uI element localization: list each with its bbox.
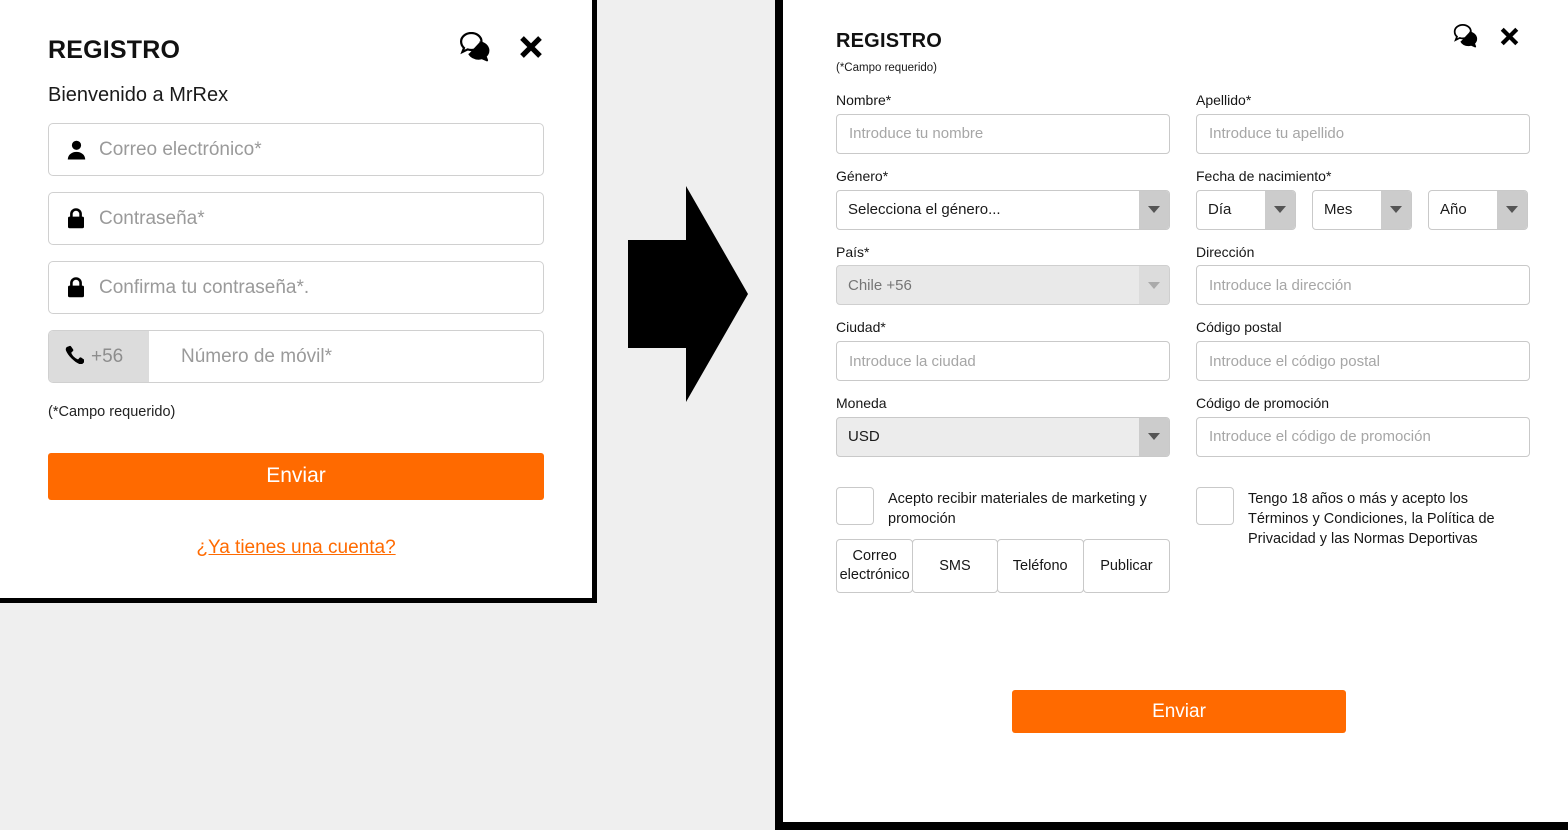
chevron-down-icon[interactable] <box>1139 190 1169 229</box>
page-title: REGISTRO <box>836 30 943 52</box>
city-postal-row: Ciudad* Código postal <box>836 319 1530 382</box>
country-group: País* Chile +56 <box>836 244 1170 306</box>
right-panel-header: REGISTRO <box>836 24 1520 52</box>
promo-code-label: Código de promoción <box>1196 395 1330 412</box>
submit-button[interactable]: Enviar <box>48 452 544 500</box>
birth-day-value: Día <box>1208 201 1232 219</box>
birth-year-select[interactable]: Año <box>1428 189 1528 230</box>
chat-bubbles-icon[interactable] <box>1453 24 1480 48</box>
pref-button-post[interactable]: Publicar <box>1082 538 1170 593</box>
city-group: Ciudad* <box>836 319 1170 382</box>
required-note: (*Campo requerido) <box>836 62 937 74</box>
last-name-input[interactable] <box>1196 113 1530 154</box>
country-code-text: +56 <box>91 345 124 367</box>
country-select: Chile +56 <box>836 265 1170 306</box>
postal-code-input[interactable] <box>1196 341 1530 382</box>
left-panel-header: REGISTRO <box>48 32 544 64</box>
chevron-down-icon <box>1139 266 1169 305</box>
chevron-down-icon[interactable] <box>1497 190 1527 229</box>
lock-icon <box>65 208 87 229</box>
currency-value: USD <box>848 428 880 446</box>
postal-code-group: Código postal <box>1196 319 1530 382</box>
email-field[interactable]: Correo electrónico* <box>48 123 544 176</box>
chevron-down-icon[interactable] <box>1381 190 1411 229</box>
mobile-number-field[interactable]: +56 Número de móvil* <box>48 330 544 383</box>
right-arrow-icon <box>628 186 748 402</box>
age-terms-checkbox[interactable] <box>1196 486 1234 525</box>
right-header-icons <box>1453 24 1520 48</box>
pref-button-sms[interactable]: SMS <box>912 538 998 593</box>
postal-code-label: Código postal <box>1196 319 1282 336</box>
contact-preference-buttons: Correo electrónico SMS Teléfono Publicar <box>836 538 1170 593</box>
first-name-label: Nombre* <box>836 92 892 108</box>
age-terms-consent-group: Tengo 18 años o más y acepto los Término… <box>1196 486 1530 593</box>
city-label: Ciudad* <box>836 319 886 336</box>
password-field[interactable]: Contraseña* <box>48 192 544 245</box>
marketing-consent-label: Acepto recibir materiales de marketing y… <box>888 490 1147 527</box>
birth-day-select[interactable]: Día <box>1196 189 1296 230</box>
pref-button-phone[interactable]: Teléfono <box>996 538 1084 593</box>
password-placeholder: Contraseña* <box>99 207 205 229</box>
address-label: Dirección <box>1196 243 1255 260</box>
country-code-prefix[interactable]: +56 <box>49 331 149 382</box>
address-group: Dirección <box>1196 244 1530 306</box>
already-have-account-link[interactable]: ¿Ya tienes una cuenta? <box>48 537 544 559</box>
mobile-number-input[interactable]: Número de móvil* <box>149 331 543 382</box>
currency-promo-row: Moneda USD Código de promoción <box>836 395 1530 457</box>
close-x-icon[interactable] <box>518 34 544 60</box>
birth-month-value: Mes <box>1324 201 1353 219</box>
country-label: País* <box>836 243 870 260</box>
left-header-icons <box>459 32 544 62</box>
chevron-down-icon[interactable] <box>1139 417 1169 456</box>
confirm-password-field[interactable]: Confirma tu contraseña*. <box>48 261 544 314</box>
birth-month-select[interactable]: Mes <box>1312 189 1412 230</box>
currency-select[interactable]: USD <box>836 416 1170 457</box>
consents-section: Acepto recibir materiales de marketing y… <box>836 486 1520 593</box>
birthdate-label: Fecha de nacimiento* <box>1196 167 1332 184</box>
registration-panel-step2: REGISTRO (*Campo requerido) Nombre* Intr… <box>775 0 1568 830</box>
submit-button[interactable]: Enviar <box>1012 690 1346 733</box>
welcome-text: Bienvenido a MrRex <box>48 84 229 106</box>
last-name-group: Apellido* <box>1196 92 1530 154</box>
promo-code-input[interactable] <box>1196 416 1530 457</box>
city-input[interactable] <box>836 341 1170 382</box>
mobile-number-placeholder: Número de móvil* <box>181 345 332 367</box>
name-row: Nombre* Apellido* <box>836 92 1530 154</box>
first-name-group: Nombre* <box>836 92 1170 154</box>
pref-button-email[interactable]: Correo electrónico <box>836 538 914 593</box>
gender-group: Género* Selecciona el género... <box>836 168 1170 230</box>
gender-birthdate-row: Género* Selecciona el género... Fecha de… <box>836 168 1528 230</box>
screenshot-root: REGISTRO Bienvenido a MrRex Correo elect… <box>0 0 1568 830</box>
phone-icon <box>65 345 85 369</box>
page-title: REGISTRO <box>48 36 181 64</box>
registration-panel-step1: REGISTRO Bienvenido a MrRex Correo elect… <box>0 0 597 603</box>
marketing-consent-group: Acepto recibir materiales de marketing y… <box>836 486 1170 593</box>
promo-code-group: Código de promoción <box>1196 395 1530 457</box>
marketing-consent-checkbox[interactable] <box>836 486 874 525</box>
required-note: (*Campo requerido) <box>48 404 176 420</box>
first-name-input[interactable] <box>836 113 1170 154</box>
chevron-down-icon[interactable] <box>1265 190 1295 229</box>
gender-select[interactable]: Selecciona el género... <box>836 189 1170 230</box>
last-name-label: Apellido* <box>1196 92 1252 108</box>
address-input[interactable] <box>1196 265 1530 306</box>
country-value: Chile +56 <box>848 276 912 294</box>
user-icon <box>65 140 87 160</box>
country-address-row: País* Chile +56 Dirección <box>836 244 1530 306</box>
age-terms-label: Tengo 18 años o más y acepto los Término… <box>1248 490 1495 547</box>
confirm-password-placeholder: Confirma tu contraseña*. <box>99 276 310 298</box>
currency-group: Moneda USD <box>836 395 1170 457</box>
close-x-icon[interactable] <box>1499 26 1520 47</box>
lock-icon <box>65 277 87 298</box>
gender-value: Selecciona el género... <box>848 201 1001 219</box>
birthdate-group: Fecha de nacimiento* Día Mes Año <box>1196 168 1530 230</box>
email-placeholder: Correo electrónico* <box>99 138 262 160</box>
birth-year-value: Año <box>1440 201 1467 219</box>
gender-label: Género* <box>836 167 889 184</box>
chat-bubbles-icon[interactable] <box>459 32 493 62</box>
currency-label: Moneda <box>836 395 887 412</box>
